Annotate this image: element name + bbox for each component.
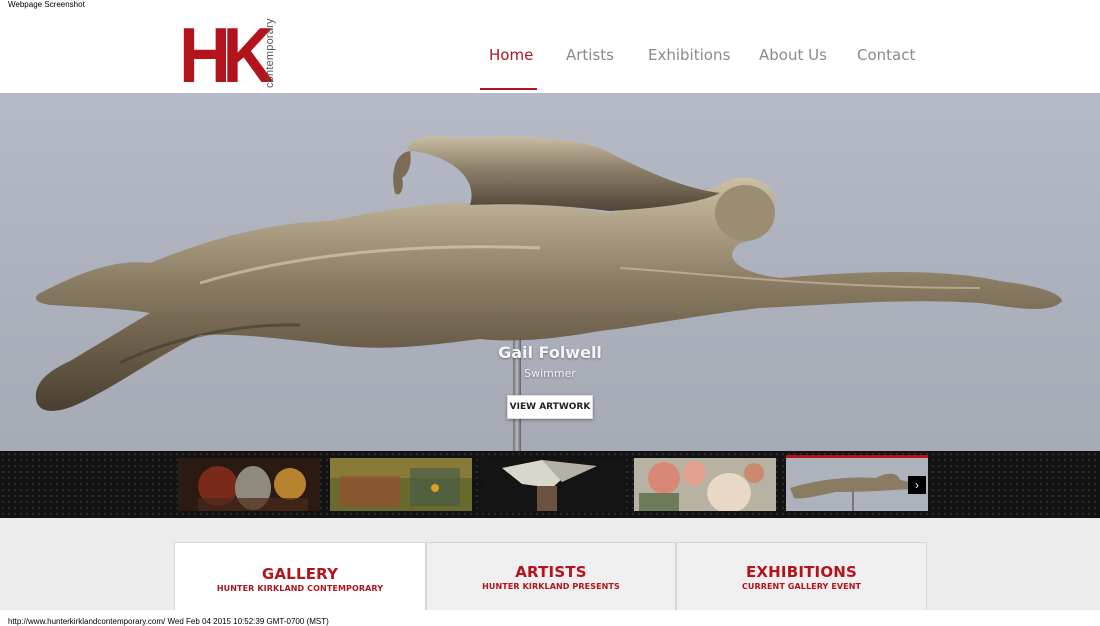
tile-title: GALLERY	[261, 565, 339, 583]
nav-contact[interactable]: Contact	[857, 46, 915, 64]
thumbnail-image	[178, 458, 320, 511]
hero-artist-name: Gail Folwell	[498, 343, 602, 362]
screenshot-url-caption: http://www.hunterkirklandcontemporary.co…	[8, 617, 329, 626]
thumbnail-image	[482, 458, 624, 511]
chevron-right-icon[interactable]: ›	[908, 476, 926, 494]
thumbnail-1[interactable]	[178, 458, 320, 511]
screenshot-caption: Webpage Screenshot	[8, 0, 85, 9]
nav-exhibitions[interactable]: Exhibitions	[648, 46, 730, 64]
nav-about-us[interactable]: About Us	[759, 46, 827, 64]
tile-subtitle: HUNTER KIRKLAND PRESENTS	[482, 582, 620, 591]
nav-active-indicator	[480, 88, 537, 90]
thumbnail-image	[786, 458, 928, 511]
thumbnail-image	[634, 458, 776, 511]
nav-artists[interactable]: Artists	[566, 46, 614, 64]
thumbnail-strip: ›	[0, 451, 1100, 518]
tile-title: EXHIBITIONS	[745, 563, 858, 581]
tile-exhibitions[interactable]: EXHIBITIONS CURRENT GALLERY EVENT	[676, 542, 927, 610]
view-artwork-button[interactable]: VIEW ARTWORK	[507, 395, 593, 419]
main-nav: Home Artists Exhibitions About Us Contac…	[0, 46, 1100, 86]
tile-gallery[interactable]: GALLERY HUNTER KIRKLAND CONTEMPORARY	[174, 542, 426, 610]
hero-slider[interactable]: Gail Folwell Swimmer VIEW ARTWORK	[0, 93, 1100, 451]
tile-subtitle: CURRENT GALLERY EVENT	[741, 582, 862, 591]
tile-artists[interactable]: ARTISTS HUNTER KIRKLAND PRESENTS	[426, 542, 676, 610]
tile-title: ARTISTS	[515, 563, 587, 581]
nav-home[interactable]: Home	[489, 46, 533, 64]
thumbnail-4[interactable]	[634, 458, 776, 511]
thumbnail-5[interactable]	[786, 455, 928, 511]
site-header: HK contemporary Home Artists Exhibitions…	[0, 10, 1100, 94]
feature-tiles: GALLERY HUNTER KIRKLAND CONTEMPORARY ART…	[0, 518, 1100, 610]
hero-artwork-title: Swimmer	[524, 367, 576, 380]
thumbnail-3[interactable]	[482, 458, 624, 511]
thumbnail-2[interactable]	[330, 458, 472, 511]
tile-subtitle: HUNTER KIRKLAND CONTEMPORARY	[216, 584, 384, 593]
thumbnail-image	[330, 458, 472, 511]
active-tile-pointer	[287, 608, 313, 612]
